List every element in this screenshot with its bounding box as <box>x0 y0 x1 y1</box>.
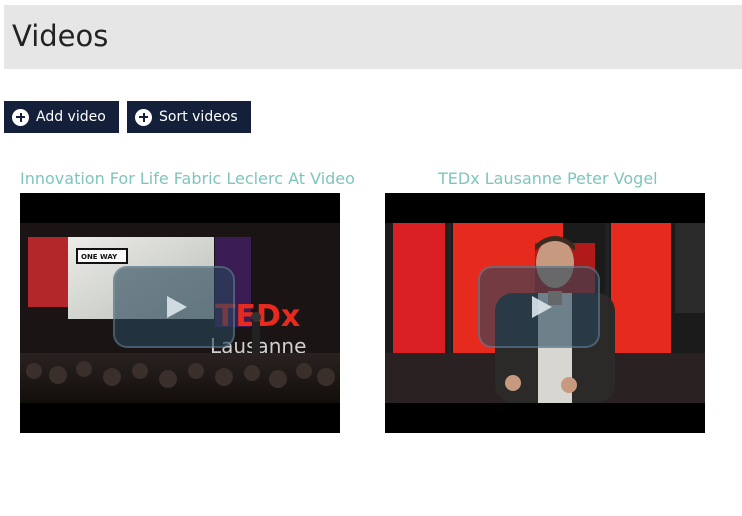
page-title: Videos <box>12 19 109 53</box>
video-thumbnail[interactable] <box>385 193 705 433</box>
video-thumbnail[interactable]: ONE WAY TEDx Lausanne <box>20 193 340 433</box>
add-video-label: Add video <box>36 109 106 125</box>
sort-videos-button[interactable]: Sort videos <box>127 101 251 133</box>
one-way-sign-text: ONE WAY <box>81 253 118 261</box>
page-header: Videos <box>4 5 742 69</box>
play-icon[interactable] <box>113 266 235 348</box>
video-title-link[interactable]: TEDx Lausanne Peter Vogel <box>438 169 658 188</box>
add-video-button[interactable]: Add video <box>4 101 119 133</box>
videos-page: Videos Add video Sort videos Innovation … <box>0 0 742 516</box>
play-icon[interactable] <box>478 266 600 348</box>
video-title-link[interactable]: Innovation For Life Fabric Leclerc At Vi… <box>20 169 355 188</box>
sort-videos-label: Sort videos <box>159 109 238 125</box>
plus-circle-icon <box>135 108 152 126</box>
plus-circle-icon <box>12 108 29 126</box>
